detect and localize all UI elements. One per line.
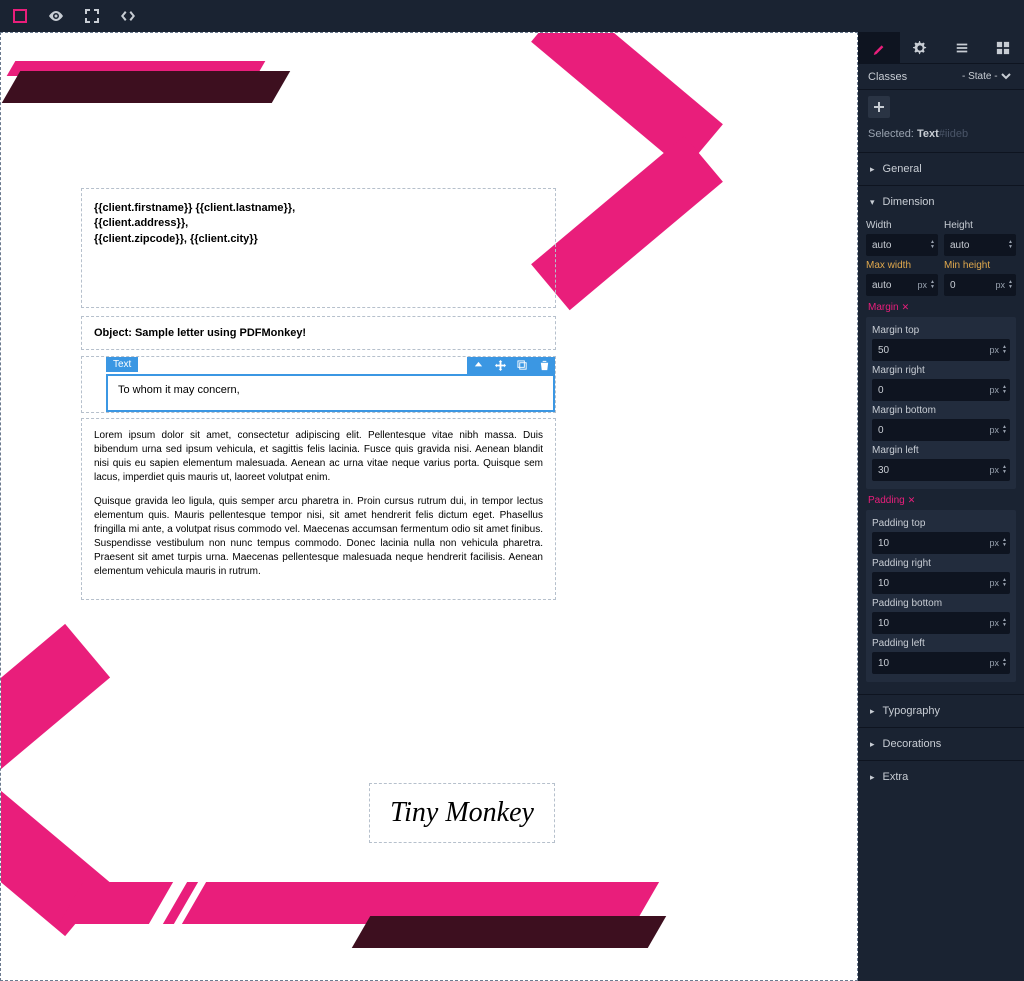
address-line: {{client.firstname}} {{client.lastname}}… <box>94 201 543 216</box>
padding-subsection[interactable]: Padding✕ <box>866 489 1016 510</box>
eye-icon[interactable] <box>44 4 68 28</box>
padding-right-input[interactable]: px▲▼ <box>872 572 1010 594</box>
state-select[interactable]: - State - <box>958 70 1014 83</box>
height-input[interactable]: ▲▼ <box>944 234 1016 256</box>
signature-text: Tiny Monkey <box>390 797 534 829</box>
greeting-text[interactable]: To whom it may concern, <box>106 374 555 412</box>
selection-toolbar <box>467 357 555 374</box>
tab-settings[interactable] <box>900 32 942 63</box>
maxwidth-input[interactable]: px ▲▼ <box>866 274 938 296</box>
paragraph: Quisque gravida leo ligula, quis semper … <box>94 495 543 579</box>
caret-right-icon <box>870 706 875 717</box>
margin-subsection[interactable]: Margin✕ <box>866 296 1016 317</box>
section-extra[interactable]: Extra <box>858 763 1024 791</box>
object-label: Object: Sample letter using PDFMonkey! <box>94 327 306 339</box>
classes-row: Classes - State - <box>858 64 1024 90</box>
paragraph-block[interactable]: Lorem ipsum dolor sit amet, consectetur … <box>81 418 556 600</box>
margin-right-input[interactable]: px▲▼ <box>872 379 1010 401</box>
selected-info: Selected: Text#iideb <box>858 124 1024 150</box>
copy-icon[interactable] <box>511 357 533 374</box>
caret-right-icon <box>870 772 875 783</box>
close-icon: ✕ <box>902 302 910 313</box>
section-decorations[interactable]: Decorations <box>858 730 1024 758</box>
add-class-button[interactable] <box>868 96 890 118</box>
top-toolbar <box>0 0 1024 32</box>
padding-left-input[interactable]: px▲▼ <box>872 652 1010 674</box>
padding-bottom-input[interactable]: px▲▼ <box>872 612 1010 634</box>
fullscreen-icon[interactable] <box>80 4 104 28</box>
rect-tool-icon[interactable] <box>8 4 32 28</box>
classes-label: Classes <box>868 71 907 83</box>
move-up-icon[interactable] <box>467 357 489 374</box>
address-line: {{client.address}}, <box>94 216 543 231</box>
code-icon[interactable] <box>116 4 140 28</box>
selection-type-badge: Text <box>106 357 138 372</box>
section-general[interactable]: General <box>858 155 1024 183</box>
paragraph: Lorem ipsum dolor sit amet, consectetur … <box>94 429 543 485</box>
padding-top-input[interactable]: px▲▼ <box>872 532 1010 554</box>
right-panel: Classes - State - Selected: Text#iideb G… <box>858 32 1024 981</box>
tab-blocks[interactable] <box>983 32 1024 63</box>
address-block[interactable]: {{client.firstname}} {{client.lastname}}… <box>81 188 556 308</box>
width-label: Width <box>866 220 938 231</box>
panel-tabs <box>858 32 1024 64</box>
address-line: {{client.zipcode}}, {{client.city}} <box>94 232 543 247</box>
margin-bottom-input[interactable]: px▲▼ <box>872 419 1010 441</box>
object-block[interactable]: Object: Sample letter using PDFMonkey! <box>81 316 556 350</box>
tab-layers[interactable] <box>941 32 983 63</box>
minheight-input[interactable]: px ▲▼ <box>944 274 1016 296</box>
margin-top-input[interactable]: px▲▼ <box>872 339 1010 361</box>
close-icon: ✕ <box>908 495 916 506</box>
move-icon[interactable] <box>489 357 511 374</box>
section-typography[interactable]: Typography <box>858 697 1024 725</box>
margin-left-input[interactable]: px▲▼ <box>872 459 1010 481</box>
decoration-bottom-dark <box>352 916 666 948</box>
signature-block[interactable]: Tiny Monkey <box>369 783 555 843</box>
caret-down-icon <box>870 197 875 208</box>
decoration-top-dark <box>2 71 290 103</box>
dimension-content: Width ▲▼ Height ▲▼ Max width <box>858 216 1024 692</box>
canvas[interactable]: {{client.firstname}} {{client.lastname}}… <box>0 32 858 981</box>
maxwidth-label: Max width <box>866 260 938 271</box>
tab-styles[interactable] <box>858 32 900 63</box>
minheight-label: Min height <box>944 260 1016 271</box>
selected-text-block[interactable]: Text To whom it may concern, <box>81 356 556 413</box>
caret-right-icon <box>870 164 875 175</box>
height-label: Height <box>944 220 1016 231</box>
caret-right-icon <box>870 739 875 750</box>
delete-icon[interactable] <box>533 357 555 374</box>
width-input[interactable]: ▲▼ <box>866 234 938 256</box>
section-dimension[interactable]: Dimension <box>858 188 1024 216</box>
